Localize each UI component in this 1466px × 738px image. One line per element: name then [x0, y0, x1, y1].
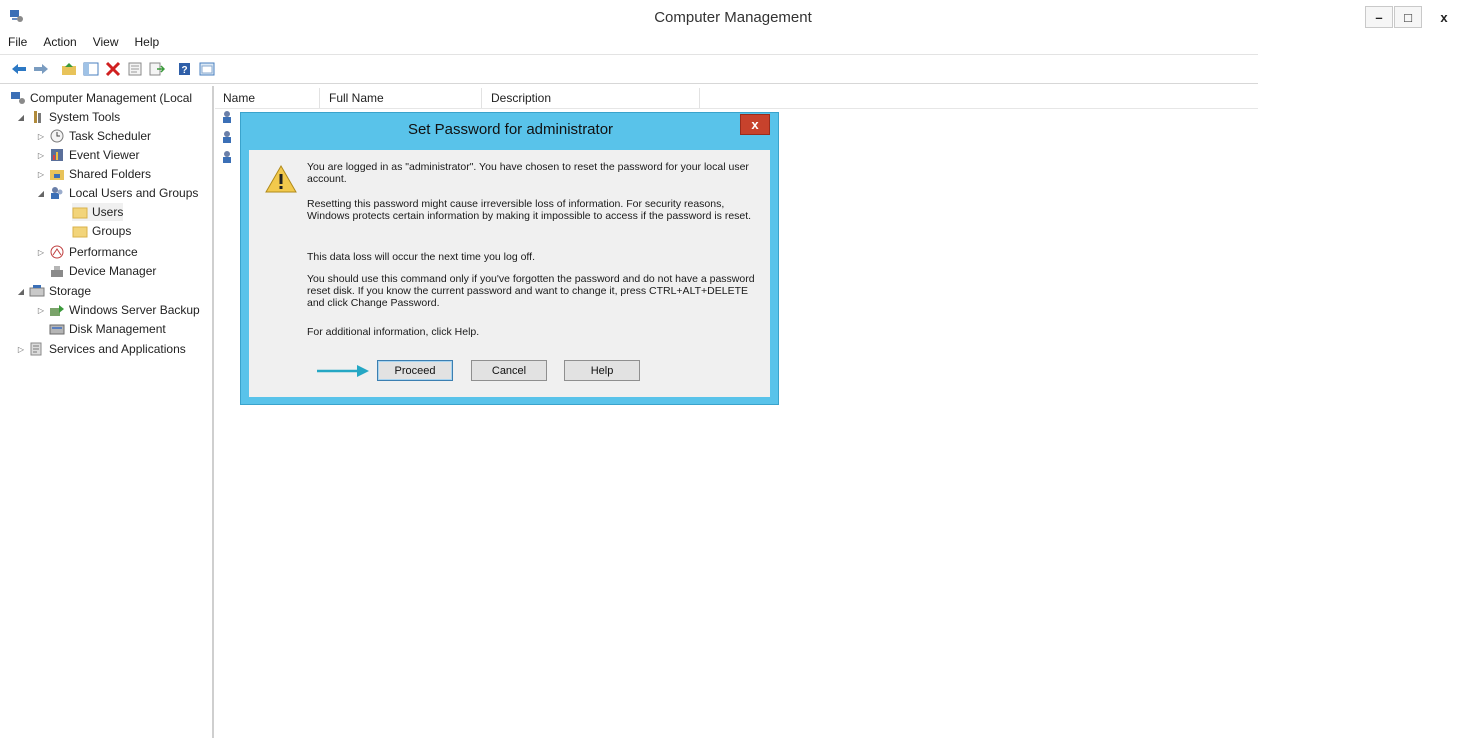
back-arrow-icon[interactable]: [10, 60, 28, 78]
device-manager-icon: [51, 266, 63, 277]
set-password-dialog: Set Password for administrator x You are…: [240, 112, 779, 405]
tree-item-label: Shared Folders: [69, 167, 152, 181]
dialog-close-button[interactable]: x: [740, 114, 770, 135]
dialog-message-usage: You should use this command only if you'…: [307, 273, 755, 309]
tree-item-users[interactable]: Users: [72, 203, 124, 221]
toolbar: ?: [0, 54, 1258, 84]
minimize-button[interactable]: –: [1365, 6, 1393, 28]
title-bar: Computer Management – □ x: [0, 0, 1466, 34]
tree-item-performance[interactable]: ▷ Performance: [36, 243, 138, 261]
users-group-icon: [51, 187, 63, 199]
proceed-button[interactable]: Proceed: [377, 360, 453, 381]
dialog-message-log-off: This data loss will occur the next time …: [307, 251, 535, 263]
tree-item-label: Windows Server Backup: [69, 303, 200, 317]
up-folder-icon[interactable]: [60, 60, 78, 78]
restore-button[interactable]: □: [1394, 6, 1422, 28]
system-tools-icon: [34, 111, 41, 123]
disk-icon: [49, 324, 65, 335]
help-icon[interactable]: ?: [176, 60, 194, 78]
tree-item-computer-management[interactable]: Computer Management (Local: [10, 89, 192, 107]
tree-item-local-users-groups[interactable]: ◢ Local Users and Groups: [36, 184, 198, 202]
tree-item-label: Storage: [49, 284, 92, 298]
storage-icon: [29, 285, 45, 297]
annotation-arrow-icon: [317, 365, 369, 377]
tree-item-event-viewer[interactable]: ▷ Event Viewer: [36, 146, 140, 164]
menu-action[interactable]: Action: [35, 34, 84, 52]
delete-icon[interactable]: [104, 60, 122, 78]
services-icon: [30, 342, 42, 356]
forward-arrow-icon[interactable]: [32, 60, 50, 78]
folder-icon: [72, 207, 88, 219]
svg-text:?: ?: [181, 65, 187, 76]
user-icon[interactable]: [221, 150, 235, 164]
tree-item-disk-management[interactable]: Disk Management: [49, 320, 166, 338]
cancel-button[interactable]: Cancel: [471, 360, 547, 381]
tree-item-storage[interactable]: ◢ Storage: [16, 282, 91, 300]
performance-icon: [50, 245, 64, 259]
column-header-description[interactable]: Description: [483, 91, 551, 107]
properties-icon[interactable]: [126, 60, 144, 78]
tree-item-label: Services and Applications: [49, 342, 186, 356]
dialog-message-data-loss-warning: Resetting this password might cause irre…: [307, 198, 752, 222]
show-hide-tree-icon[interactable]: [82, 60, 100, 78]
column-divider[interactable]: [699, 88, 700, 108]
tree-item-label: Task Scheduler: [69, 129, 152, 143]
expanded-arrow-icon[interactable]: ◢: [16, 113, 26, 122]
export-list-icon[interactable]: [148, 60, 166, 78]
tree-item-label: Computer Management (Local: [30, 91, 193, 105]
tree-item-shared-folders[interactable]: ▷ Shared Folders: [36, 165, 151, 183]
console-tree: Computer Management (Local ◢ System Tool…: [0, 86, 214, 738]
user-icon[interactable]: [221, 130, 235, 144]
tree-item-label: System Tools: [49, 110, 121, 124]
expanded-arrow-icon[interactable]: ◢: [36, 189, 46, 198]
help-button[interactable]: Help: [564, 360, 640, 381]
tree-item-label: Performance: [69, 245, 138, 259]
user-icon[interactable]: [221, 110, 235, 124]
collapsed-arrow-icon[interactable]: ▷: [36, 248, 46, 257]
collapsed-arrow-icon[interactable]: ▷: [36, 151, 46, 160]
console-icon[interactable]: [198, 60, 216, 78]
tree-item-windows-server-backup[interactable]: ▷ Windows Server Backup: [36, 301, 200, 319]
tree-item-system-tools[interactable]: ◢ System Tools: [16, 108, 120, 126]
close-window-button[interactable]: x: [1430, 6, 1458, 28]
column-header-name[interactable]: Name: [215, 91, 255, 107]
tree-item-groups[interactable]: Groups: [72, 222, 131, 240]
event-viewer-icon: [51, 149, 63, 161]
tree-item-label: Groups: [92, 224, 132, 238]
shared-folder-icon: [50, 170, 64, 180]
menu-bar: File Action View Help: [0, 34, 1258, 52]
column-divider[interactable]: [481, 88, 482, 108]
tree-item-label: Users: [92, 205, 124, 219]
collapsed-arrow-icon[interactable]: ▷: [36, 306, 46, 315]
window-title: Computer Management: [654, 9, 812, 26]
dialog-body: You are logged in as "administrator". Yo…: [249, 150, 770, 397]
tree-item-label: Device Manager: [69, 264, 157, 278]
window-controls: – □ x: [1364, 6, 1458, 28]
column-header-full-name[interactable]: Full Name: [321, 91, 384, 107]
clock-icon: [50, 129, 64, 143]
tree-item-label: Event Viewer: [69, 148, 140, 162]
collapsed-arrow-icon[interactable]: ▷: [16, 345, 26, 354]
tree-item-label: Disk Management: [69, 322, 166, 336]
expanded-arrow-icon[interactable]: ◢: [16, 287, 26, 296]
backup-icon: [50, 305, 64, 316]
tree-item-label: Local Users and Groups: [69, 186, 199, 200]
warning-icon: [265, 164, 297, 193]
list-header: Name Full Name Description: [215, 88, 1258, 109]
column-divider[interactable]: [319, 88, 320, 108]
computer-management-icon: [11, 92, 25, 104]
folder-icon: [72, 226, 88, 238]
tree-item-services-applications[interactable]: ▷ Services and Applications: [16, 340, 186, 358]
menu-file[interactable]: File: [0, 34, 35, 52]
menu-help[interactable]: Help: [127, 34, 168, 52]
dialog-message-help: For additional information, click Help.: [307, 326, 480, 338]
collapsed-arrow-icon[interactable]: ▷: [36, 132, 46, 141]
collapsed-arrow-icon[interactable]: ▷: [36, 170, 46, 179]
menu-view[interactable]: View: [85, 34, 127, 52]
dialog-message-login: You are logged in as "administrator". Yo…: [307, 161, 749, 185]
dialog-title: Set Password for administrator: [407, 121, 614, 138]
tree-item-device-manager[interactable]: Device Manager: [49, 262, 156, 280]
tree-item-task-scheduler[interactable]: ▷ Task Scheduler: [36, 127, 151, 145]
